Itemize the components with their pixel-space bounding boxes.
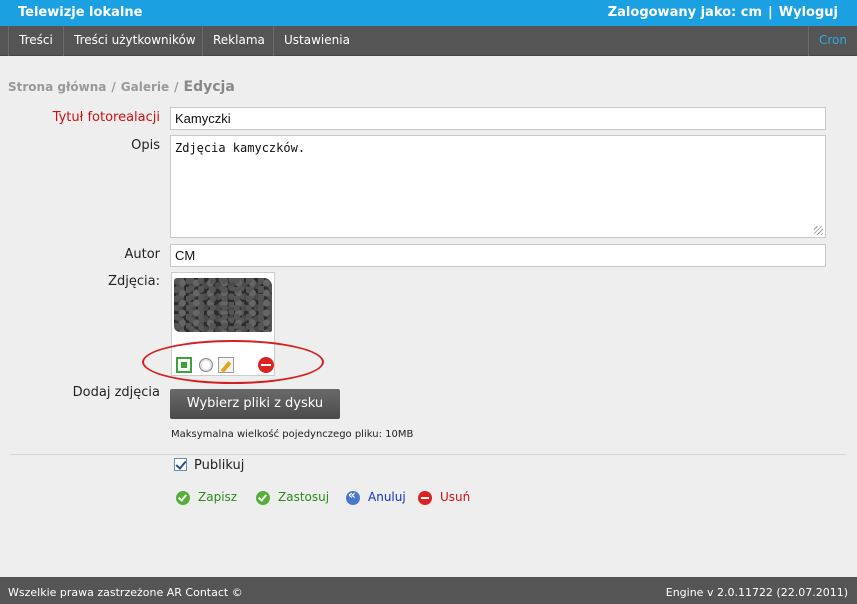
footer: Wszelkie prawa zastrzeżone AR Contact © … <box>0 577 857 604</box>
delete-icon[interactable] <box>258 357 274 373</box>
nav-item-advertising[interactable]: Reklama <box>202 26 275 56</box>
description-label: Opis <box>131 138 160 153</box>
delete-button[interactable]: Usuń <box>418 490 472 506</box>
apply-button[interactable]: Zastosuj <box>256 490 330 506</box>
check-icon <box>256 491 270 505</box>
photo-thumbnail[interactable] <box>174 278 272 332</box>
cancel-button[interactable]: Anuluj <box>346 488 406 506</box>
photo-actions <box>176 357 274 373</box>
save-button[interactable]: Zapisz <box>176 490 238 506</box>
publish-label[interactable]: Publikuj <box>194 458 244 473</box>
user-separator: | <box>768 5 773 20</box>
breadcrumb-galleries[interactable]: Galerie <box>121 80 169 94</box>
expand-icon[interactable] <box>176 357 192 373</box>
breadcrumb-separator: / <box>111 80 116 94</box>
delete-label: Usuń <box>440 490 471 504</box>
breadcrumb-current: Edycja <box>183 79 235 95</box>
apply-label: Zastosuj <box>278 490 330 504</box>
nav-item-cron[interactable]: Cron <box>808 26 857 56</box>
cancel-label: Anuluj <box>368 490 406 504</box>
breadcrumb-home[interactable]: Strona główna <box>8 80 106 94</box>
nav-item-content[interactable]: Treści <box>8 26 63 56</box>
main-nav: Treści Treści użytkowników Reklama Ustaw… <box>0 26 857 56</box>
save-label: Zapisz <box>198 490 238 504</box>
photos-label: Zdjęcia: <box>108 274 160 289</box>
author-input[interactable]: CM <box>170 244 826 267</box>
resize-grip-icon[interactable] <box>814 226 823 235</box>
choose-files-button[interactable]: Wybierz pliki z dysku <box>170 389 340 419</box>
nav-item-user-content[interactable]: Treści użytkowników <box>63 26 206 56</box>
publish-checkbox[interactable] <box>174 458 187 471</box>
description-text: Zdjęcia kamyczków. <box>175 141 306 155</box>
main-photo-radio-icon[interactable] <box>199 358 213 372</box>
max-file-size-note: Maksymalna wielkość pojedynczego pliku: … <box>171 429 414 440</box>
breadcrumb-separator: / <box>174 80 179 94</box>
nav-item-settings[interactable]: Ustawienia <box>273 26 360 56</box>
check-icon <box>176 491 190 505</box>
minus-circle-icon <box>418 491 432 505</box>
rewind-icon <box>346 488 360 505</box>
edit-icon[interactable] <box>218 357 234 373</box>
logout-link[interactable]: Wyloguj <box>779 5 838 20</box>
title-label: Tytuł fotorealacji <box>52 110 160 125</box>
user-info: Zalogowany jako: cm | Wyloguj <box>608 5 838 20</box>
photo-thumbnail-card <box>171 272 275 376</box>
title-input[interactable]: Kamyczki <box>170 107 826 130</box>
divider <box>10 454 846 455</box>
breadcrumb: Strona główna / Galerie / Edycja <box>8 79 235 95</box>
add-photos-label: Dodaj zdjęcia <box>72 385 160 400</box>
top-bar: Telewizje lokalne Zalogowany jako: cm | Wy… <box>0 0 857 26</box>
logged-in-as: Zalogowany jako: cm <box>607 5 763 20</box>
engine-version: Engine v 2.0.11722 (22.07.2011) <box>665 586 848 599</box>
author-label: Autor <box>124 247 160 262</box>
app-title: Telewizje lokalne <box>18 5 143 20</box>
copyright-text: Wszelkie prawa zastrzeżone AR Contact © <box>8 586 243 599</box>
description-textarea[interactable]: Zdjęcia kamyczków. <box>170 135 826 238</box>
